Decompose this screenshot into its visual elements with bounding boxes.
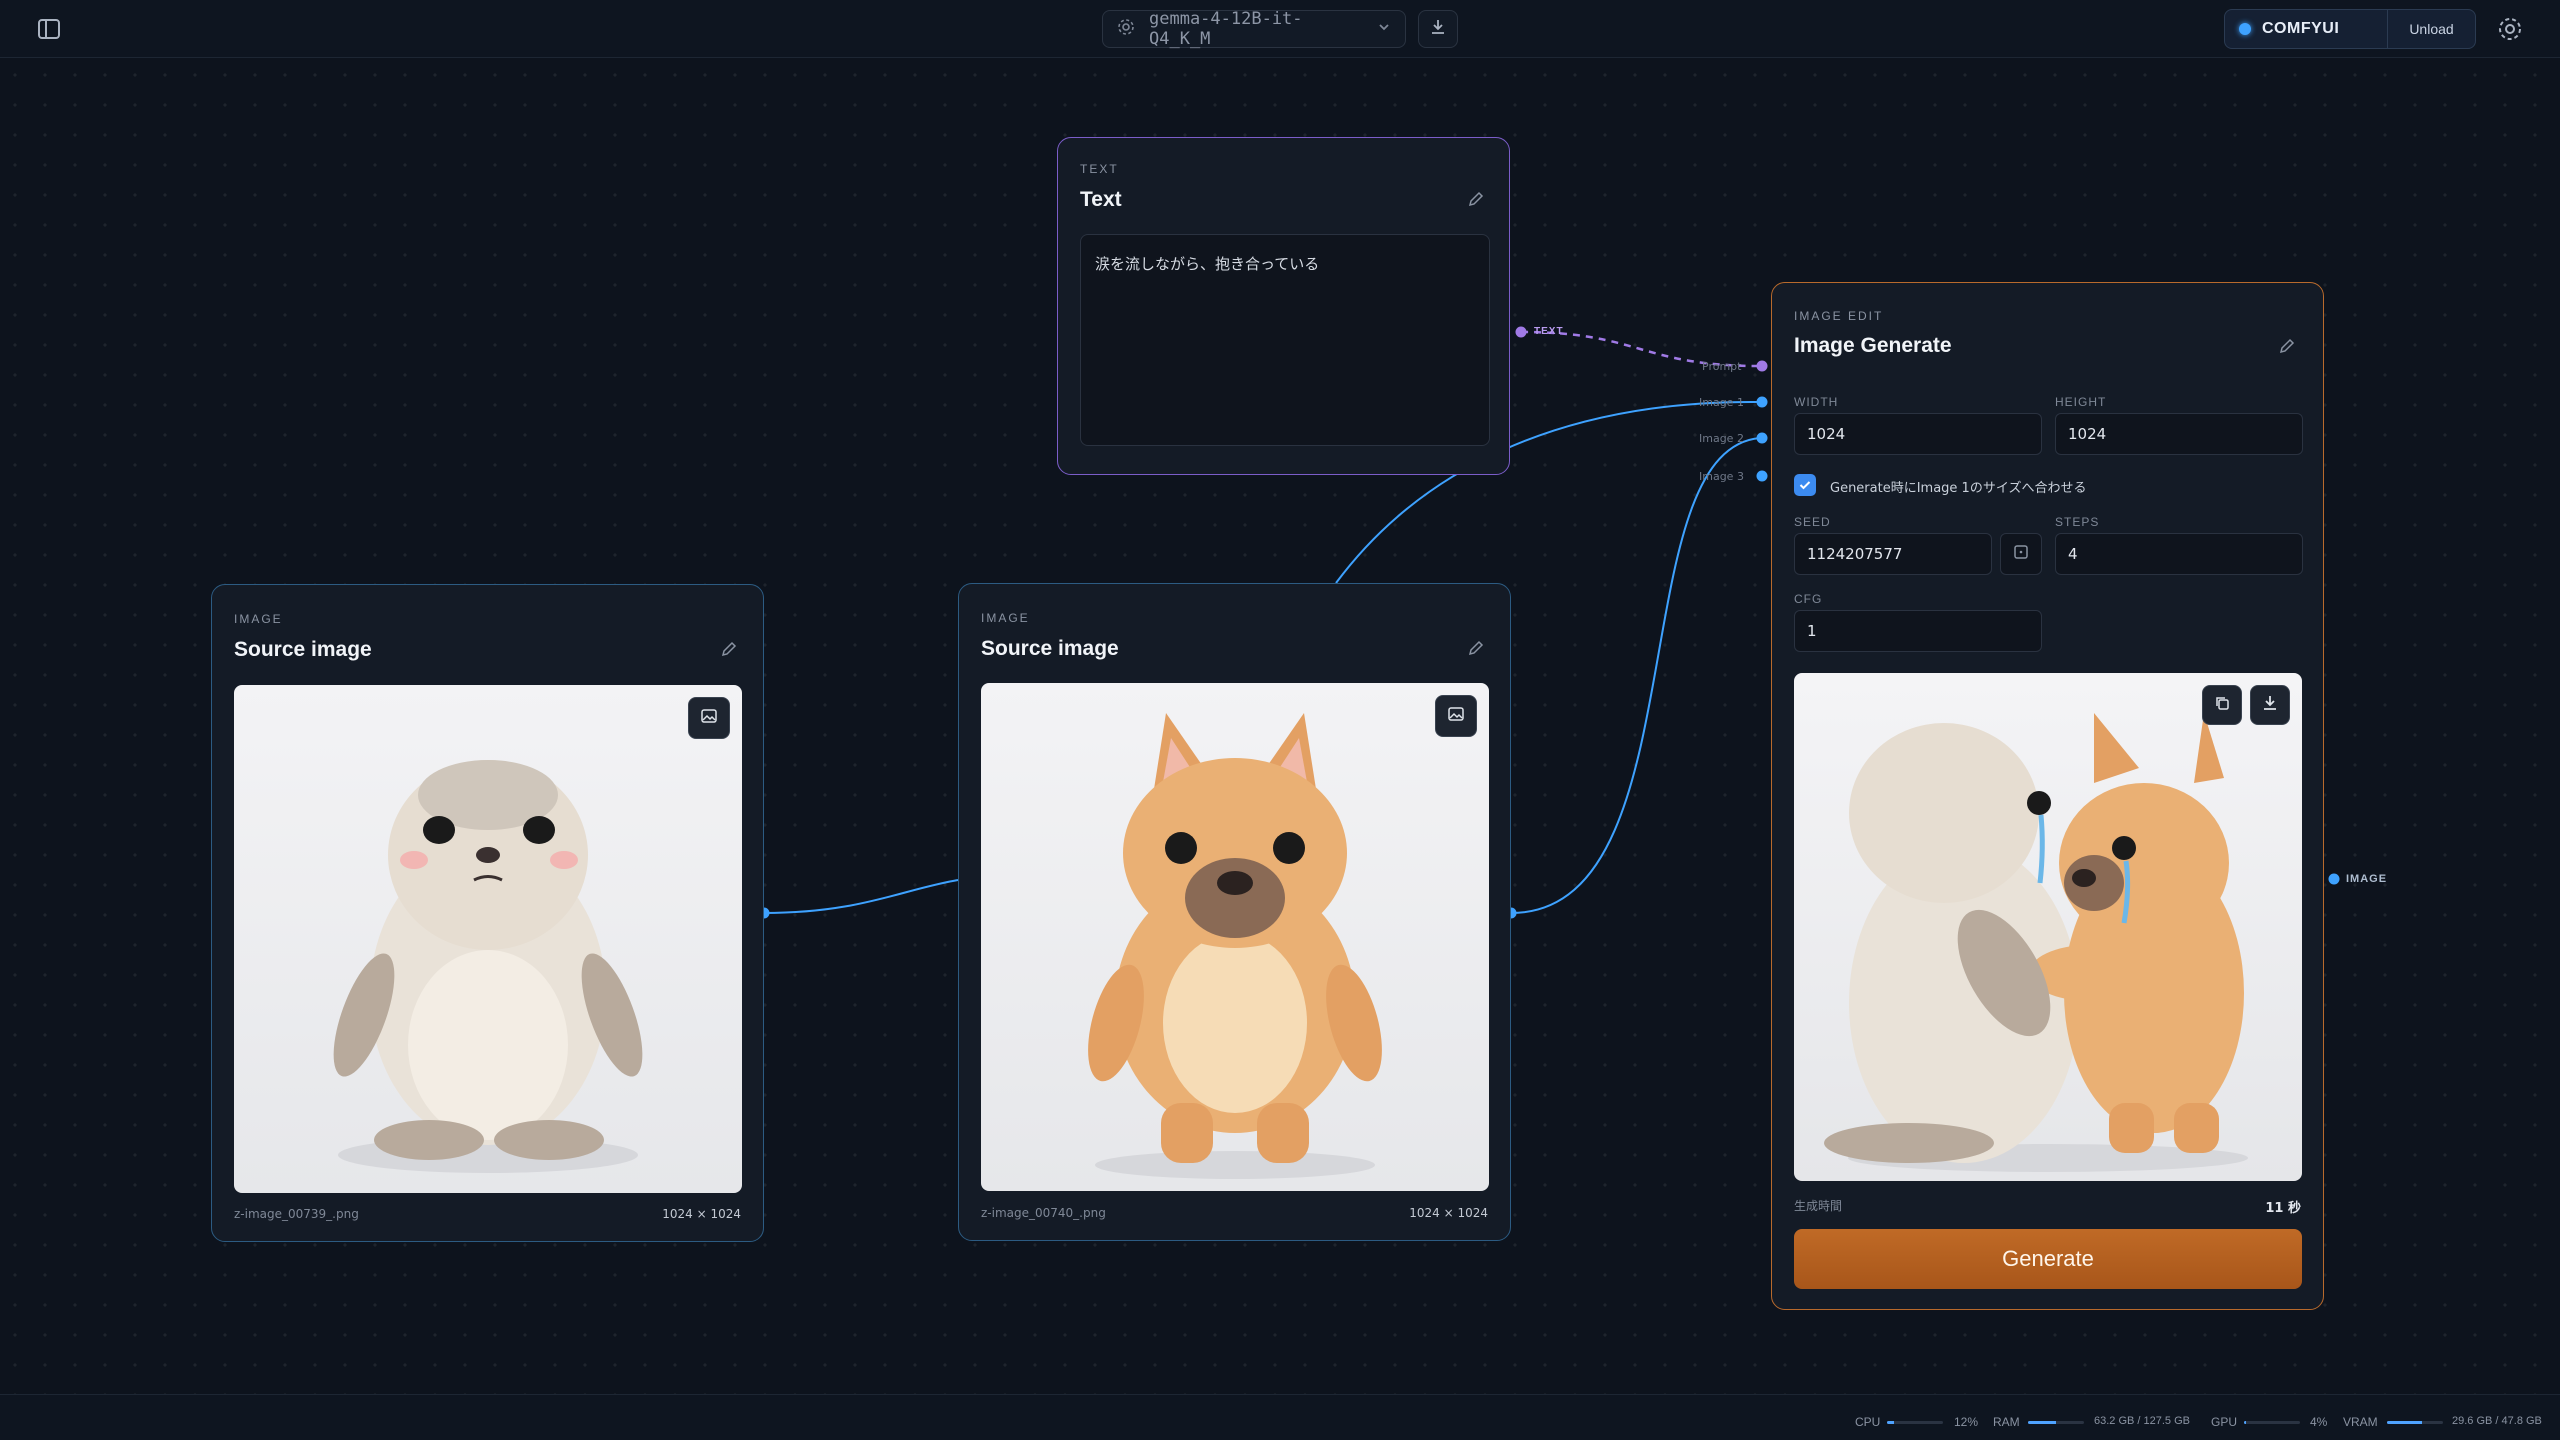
replace-image-button[interactable] bbox=[1435, 695, 1477, 737]
image-icon bbox=[1447, 705, 1465, 727]
generated-image bbox=[1794, 673, 2302, 1181]
match-size-label: Generate時にImage 1のサイズへ合わせる bbox=[1830, 481, 2087, 496]
copy-image-button[interactable] bbox=[2202, 685, 2242, 725]
sidebar-toggle-icon[interactable] bbox=[36, 16, 62, 42]
port-prompt-in[interactable] bbox=[1756, 360, 1768, 372]
cpu-label: CPU bbox=[1855, 1415, 1881, 1429]
text-output-label: TEXT bbox=[1534, 326, 1564, 337]
image-generate-node[interactable]: IMAGE EDIT Image Generate WIDTH 1024 HEI… bbox=[1771, 282, 2324, 1310]
vram-label: VRAM bbox=[2343, 1415, 2378, 1429]
cpu-bar-fill bbox=[1887, 1421, 1894, 1424]
node-kind: IMAGE bbox=[981, 611, 1030, 625]
image-dimensions: 1024 × 1024 bbox=[662, 1207, 741, 1221]
backend-status: COMFYUI Unload bbox=[2224, 9, 2476, 49]
randomize-seed-button[interactable] bbox=[2000, 533, 2042, 575]
vram-bar-fill bbox=[2387, 1421, 2422, 1424]
model-name: gemma-4-12B-it-Q4_K_M bbox=[1149, 9, 1303, 49]
status-dot bbox=[2239, 23, 2251, 35]
port-label-image1: Image 1 bbox=[1699, 396, 1744, 409]
gpu-bar-fill bbox=[2244, 1421, 2247, 1424]
node-title: Image Generate bbox=[1794, 334, 1952, 357]
node-title: Text bbox=[1080, 188, 1122, 211]
dice-icon bbox=[2012, 543, 2030, 565]
unload-button[interactable]: Unload bbox=[2387, 10, 2475, 48]
copy-icon bbox=[2213, 694, 2231, 716]
port-label-image3: Image 3 bbox=[1699, 470, 1744, 483]
steps-label: STEPS bbox=[2055, 515, 2100, 529]
replace-image-button[interactable] bbox=[688, 697, 730, 739]
node-title: Source image bbox=[234, 638, 372, 661]
port-image3-in[interactable] bbox=[1756, 470, 1768, 482]
node-kind: IMAGE bbox=[234, 612, 283, 626]
port-text-out[interactable] bbox=[1515, 326, 1527, 338]
match-size-checkbox[interactable] bbox=[1794, 474, 1816, 496]
edit-icon[interactable] bbox=[1467, 190, 1485, 208]
cfg-label: CFG bbox=[1794, 592, 1823, 606]
image-dimensions: 1024 × 1024 bbox=[1409, 1206, 1488, 1220]
generation-time-label: 生成時間 bbox=[1794, 1199, 1843, 1213]
settings-icon[interactable] bbox=[2496, 15, 2524, 43]
node-kind: TEXT bbox=[1080, 162, 1119, 176]
gpu-value: 4% bbox=[2310, 1415, 2328, 1429]
image-filename: z-image_00739_.png bbox=[234, 1207, 359, 1221]
ram-bar bbox=[2028, 1421, 2084, 1424]
image-node-seal[interactable]: IMAGE Source image z-image_00739_.png 10… bbox=[211, 584, 764, 1242]
gpu-bar bbox=[2244, 1421, 2300, 1424]
ram-label: RAM bbox=[1993, 1415, 2020, 1429]
dog-image bbox=[981, 683, 1489, 1191]
cfg-input[interactable]: 1 bbox=[1794, 610, 2042, 652]
download-image-button[interactable] bbox=[2250, 685, 2290, 725]
backend-label: COMFYUI bbox=[2262, 20, 2340, 37]
width-input[interactable]: 1024 bbox=[1794, 413, 2042, 455]
seed-input[interactable]: 1124207577 bbox=[1794, 533, 1992, 575]
chevron-down-icon bbox=[1377, 19, 1391, 39]
edit-icon[interactable] bbox=[720, 640, 738, 658]
cpu-bar bbox=[1887, 1421, 1943, 1424]
image-filename: z-image_00740_.png bbox=[981, 1206, 1106, 1220]
text-content-input[interactable]: 涙を流しながら、抱き合っている bbox=[1080, 234, 1490, 446]
download-icon bbox=[1429, 18, 1447, 40]
ram-bar-fill bbox=[2028, 1421, 2056, 1424]
edit-icon[interactable] bbox=[2278, 337, 2296, 355]
ram-value: 63.2 GB / 127.5 GB bbox=[2094, 1415, 2191, 1427]
width-label: WIDTH bbox=[1794, 395, 1839, 409]
image-meta: z-image_00740_.png 1024 × 1024 bbox=[981, 1206, 1488, 1220]
port-image2-in[interactable] bbox=[1756, 432, 1768, 444]
download-icon bbox=[2261, 694, 2279, 716]
vram-bar bbox=[2387, 1421, 2443, 1424]
port-image1-in[interactable] bbox=[1756, 396, 1768, 408]
model-select[interactable]: gemma-4-12B-it-Q4_K_M bbox=[1102, 9, 1406, 49]
download-model-button[interactable] bbox=[1418, 10, 1458, 48]
node-kind: IMAGE EDIT bbox=[1794, 309, 1884, 323]
vram-value: 29.6 GB / 47.8 GB bbox=[2452, 1415, 2542, 1427]
edit-icon[interactable] bbox=[1467, 639, 1485, 657]
port-label-image2: Image 2 bbox=[1699, 432, 1744, 445]
wire-seal-to-dog bbox=[763, 879, 959, 914]
cpu-value: 12% bbox=[1954, 1415, 1979, 1429]
height-input[interactable]: 1024 bbox=[2055, 413, 2303, 455]
image-meta: z-image_00739_.png 1024 × 1024 bbox=[234, 1207, 741, 1221]
node-title: Source image bbox=[981, 637, 1119, 660]
wire-image2 bbox=[1510, 437, 1761, 914]
generate-button[interactable]: Generate bbox=[1794, 1229, 2302, 1289]
image-icon bbox=[700, 707, 718, 729]
top-bar: gemma-4-12B-it-Q4_K_M COMFYUI Unload bbox=[0, 0, 2560, 58]
height-label: HEIGHT bbox=[2055, 395, 2107, 409]
seal-image bbox=[234, 685, 742, 1193]
status-bar: CPU 12% RAM 63.2 GB / 127.5 GB GPU 4% VR… bbox=[0, 1394, 2560, 1440]
seed-label: SEED bbox=[1794, 515, 1831, 529]
port-label-prompt: Prompt bbox=[1702, 360, 1742, 373]
image-node-dog[interactable]: IMAGE Source image z-image_00740_.png 10… bbox=[958, 583, 1511, 1241]
gpu-label: GPU bbox=[2211, 1415, 2238, 1429]
steps-input[interactable]: 4 bbox=[2055, 533, 2303, 575]
port-generate-out[interactable] bbox=[2328, 873, 2340, 885]
text-node[interactable]: TEXT Text 涙を流しながら、抱き合っている bbox=[1057, 137, 1510, 475]
gear-icon bbox=[1117, 18, 1135, 41]
image-output-label: IMAGE bbox=[2346, 873, 2388, 885]
generation-time-value: 11 秒 bbox=[2265, 1201, 2301, 1216]
